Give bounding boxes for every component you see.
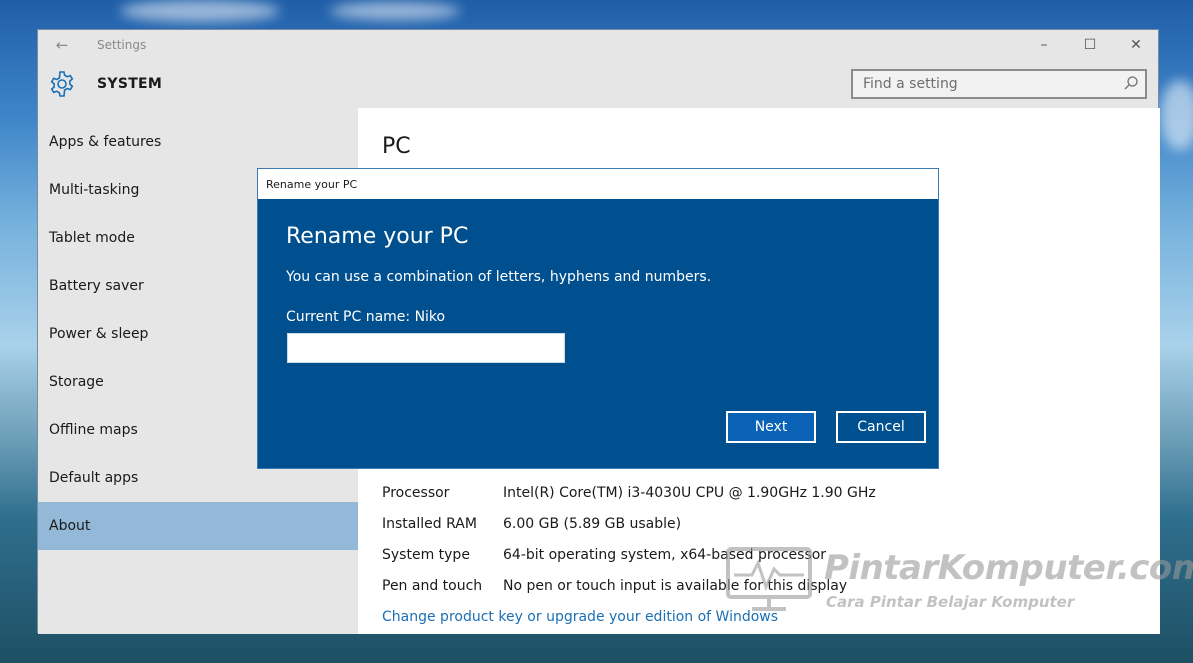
background-cloud	[120, 0, 280, 22]
next-button[interactable]: Next	[726, 411, 816, 443]
search-icon[interactable]	[1123, 75, 1139, 91]
gear-icon	[50, 71, 74, 97]
watermark-title: PintarKomputer.com	[824, 548, 1193, 588]
window-title: Settings	[97, 38, 147, 52]
spec-label-processor: Processor	[382, 485, 450, 501]
section-title: SYSTEM	[97, 76, 163, 92]
background-cloud	[1160, 80, 1193, 150]
sidebar-item-apps-features[interactable]: Apps & features	[38, 118, 358, 166]
title-bar: ← Settings – ☐ ✕	[38, 30, 1158, 60]
page-title: PC	[382, 134, 411, 159]
background-cloud	[330, 2, 460, 20]
maximize-icon[interactable]: ☐	[1075, 36, 1105, 54]
site-watermark: PintarKomputer.com Cara Pintar Belajar K…	[722, 540, 1193, 626]
spec-label-pen-touch: Pen and touch	[382, 578, 483, 594]
cancel-button[interactable]: Cancel	[836, 411, 926, 443]
spec-label-system-type: System type	[382, 547, 470, 563]
search-placeholder: Find a setting	[863, 76, 958, 92]
dialog-window-title: Rename your PC	[266, 178, 358, 191]
close-icon[interactable]: ✕	[1121, 36, 1151, 54]
current-pc-name: Current PC name: Niko	[286, 309, 446, 325]
spec-label-ram: Installed RAM	[382, 516, 477, 532]
rename-pc-dialog: Rename your PC Rename your PC You can us…	[257, 168, 939, 469]
sidebar-item-about[interactable]: About	[38, 502, 358, 550]
search-input[interactable]: Find a setting	[851, 69, 1147, 99]
monitor-logo-icon	[726, 547, 812, 611]
dialog-heading: Rename your PC	[286, 224, 469, 249]
back-arrow-icon[interactable]: ←	[52, 36, 72, 54]
spec-value-ram: 6.00 GB (5.89 GB usable)	[503, 516, 682, 532]
change-product-key-link[interactable]: Change product key or upgrade your editi…	[382, 609, 778, 625]
dialog-description: You can use a combination of letters, hy…	[286, 269, 712, 285]
dialog-title-bar: Rename your PC	[258, 169, 938, 200]
spec-value-processor: Intel(R) Core(TM) i3-4030U CPU @ 1.90GHz…	[503, 485, 876, 501]
new-pc-name-input[interactable]	[287, 333, 565, 363]
watermark-subtitle: Cara Pintar Belajar Komputer	[826, 593, 1075, 611]
settings-header: SYSTEM Find a setting	[38, 60, 1158, 108]
minimize-icon[interactable]: –	[1029, 36, 1059, 54]
